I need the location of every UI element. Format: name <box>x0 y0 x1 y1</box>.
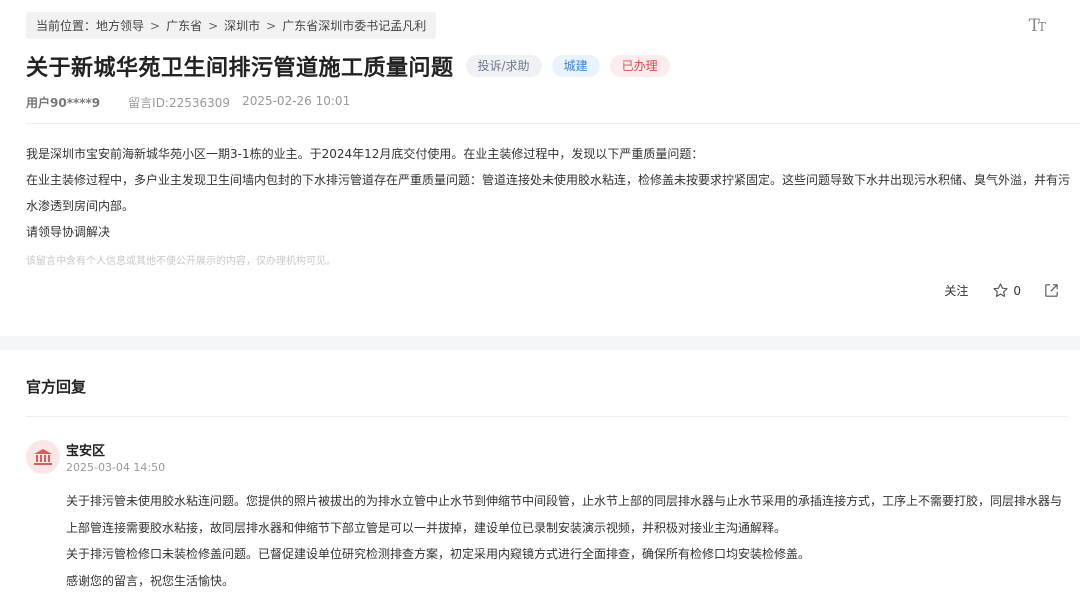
tag-category: 投诉/求助 <box>465 55 542 77</box>
like-button[interactable]: 0 <box>992 282 1021 299</box>
breadcrumb-separator: > <box>150 18 161 33</box>
breadcrumb: 当前位置：地方领导 > 广东省 > 深圳市 > 广东省深圳市委书记孟凡利 <box>26 12 437 39</box>
reply-datetime: 2025-03-04 14:50 <box>66 461 166 474</box>
share-button[interactable] <box>1043 282 1060 299</box>
message-paragraph: 我是深圳市宝安前海新城华苑小区一期3-1栋的业主。于2024年12月底交付使用。… <box>26 147 704 161</box>
privacy-note: 该留言中含有个人信息或其他不便公开展示的内容，仅办理机构可见。 <box>26 256 336 267</box>
tag-domain: 城建 <box>551 55 600 77</box>
reply-paragraph: 关于排污管未使用胶水粘连问题。您提供的照片被拔出的为排水立管中止水节到伸缩节中间… <box>66 494 1063 535</box>
message-content: 我是深圳市宝安前海新城华苑小区一期3-1栋的业主。于2024年12月底交付使用。… <box>26 141 1071 245</box>
breadcrumb-item-local-leaders[interactable]: 当前位置：地方领导 <box>36 17 144 34</box>
title-row: 关于新城华苑卫生间排污管道施工质量问题 投诉/求助 城建 已办理 <box>26 50 670 82</box>
message-actions: 关注 0 <box>944 282 1060 299</box>
page-title: 关于新城华苑卫生间排污管道施工质量问题 <box>26 56 454 81</box>
divider <box>26 123 1080 124</box>
font-size-icon[interactable]: TT <box>1029 16 1046 36</box>
reply-paragraph: 感谢您的留言，祝您生活愉快。 <box>66 573 235 588</box>
breadcrumb-separator: > <box>266 18 277 33</box>
government-building-icon <box>34 449 52 465</box>
star-icon <box>993 283 1008 297</box>
share-icon <box>1045 284 1058 297</box>
message-id: 留言ID:22536309 <box>128 96 231 110</box>
message-paragraph: 请领导协调解决 <box>26 225 111 239</box>
follow-button[interactable]: 关注 <box>944 282 968 299</box>
breadcrumb-item-secretary[interactable]: 广东省深圳市委书记孟凡利 <box>282 17 426 34</box>
breadcrumb-item-shenzhen[interactable]: 深圳市 <box>224 17 260 34</box>
user-name: 用户90****9 <box>26 96 101 110</box>
reply-content: 关于排污管未使用胶水粘连问题。您提供的照片被拔出的为排水立管中止水节到伸缩节中间… <box>66 488 1072 594</box>
message-datetime: 2025-02-26 10:01 <box>242 94 351 108</box>
reply-department: 宝安区 <box>66 444 106 459</box>
message-paragraph: 在业主装修过程中，多户业主发现卫生间墙内包封的下水排污管道存在严重质量问题：管道… <box>26 173 1071 213</box>
official-reply-title: 官方回复 <box>26 378 87 396</box>
like-count: 0 <box>1013 283 1021 298</box>
breadcrumb-item-guangdong[interactable]: 广东省 <box>166 17 202 34</box>
status-badge: 已办理 <box>609 55 670 77</box>
reply-paragraph: 关于排污管检修口未装检修盖问题。已督促建设单位研究检测排查方案，初定采用内窥镜方… <box>66 547 811 561</box>
message-meta: 用户90****9 留言ID:22536309 2025-02-26 10:01 <box>26 94 350 111</box>
divider <box>26 416 1068 417</box>
section-gap <box>0 336 1080 350</box>
breadcrumb-separator: > <box>208 18 219 33</box>
avatar <box>26 440 60 474</box>
